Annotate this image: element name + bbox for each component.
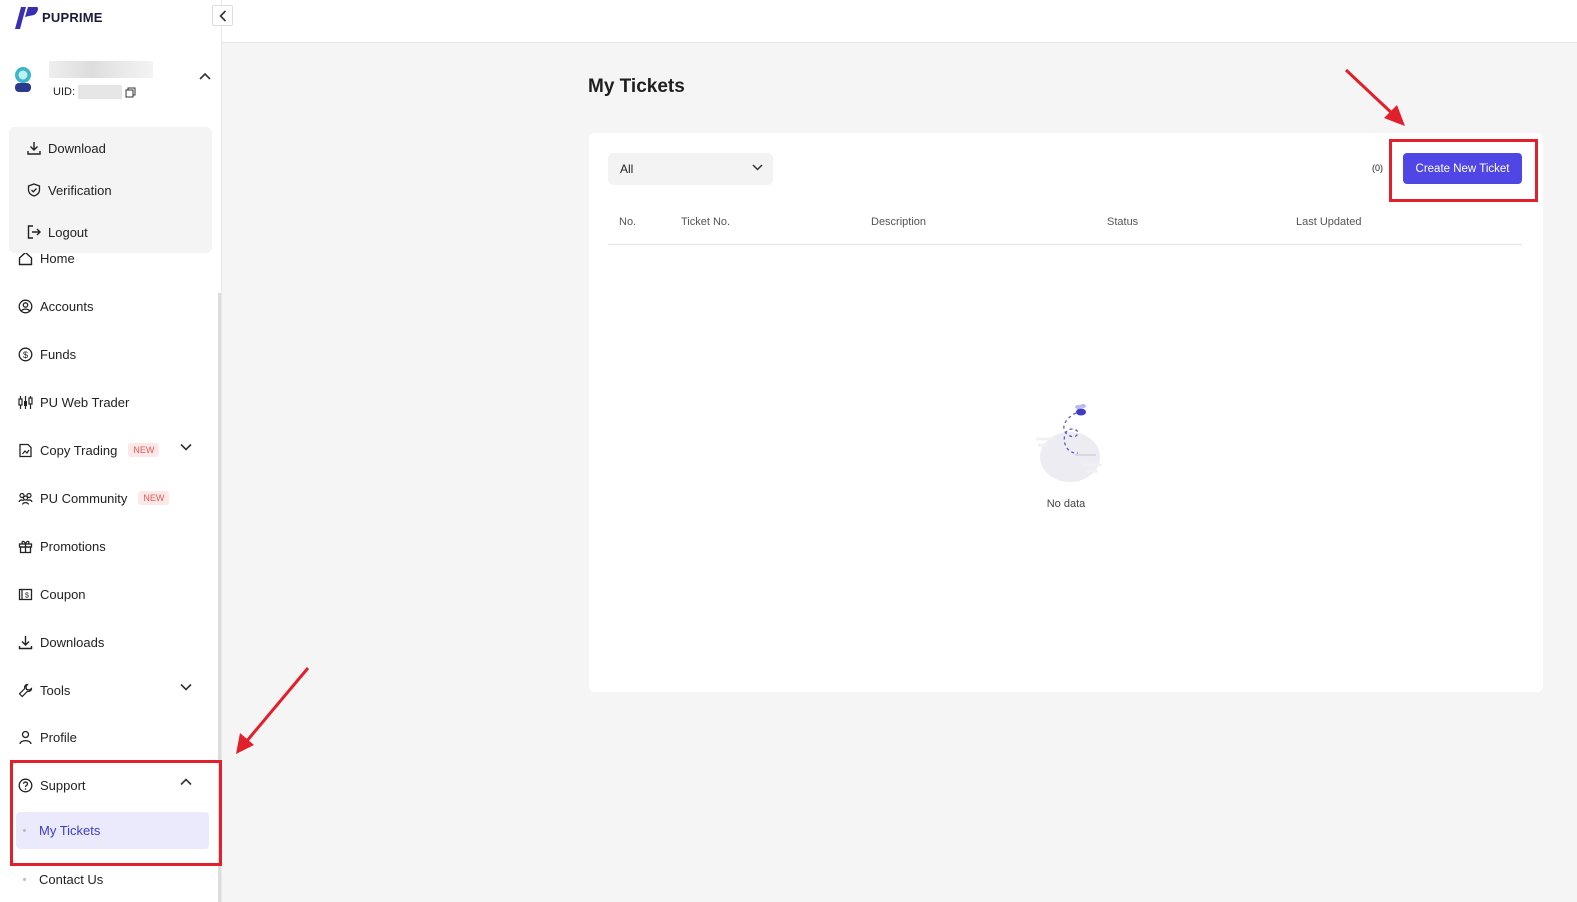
subnav-label: Contact Us	[39, 872, 104, 887]
chevron-up-icon[interactable]	[199, 72, 211, 80]
column-header-ticket-no: Ticket No.	[681, 216, 731, 228]
nav-item-coupon[interactable]: $ Coupon	[18, 583, 86, 605]
bullet-dot	[23, 829, 26, 832]
shield-check-icon	[27, 183, 41, 197]
chevron-down-icon[interactable]	[180, 683, 192, 691]
column-header-last-updated: Last Updated	[1296, 216, 1362, 228]
candlestick-icon	[18, 395, 33, 409]
tickets-table-header: No. Ticket No. Description Status Last U…	[608, 212, 1522, 245]
person-icon	[19, 730, 32, 744]
status-filter-select[interactable]: All	[608, 153, 773, 185]
new-badge: NEW	[128, 443, 160, 457]
column-header-no: No.	[619, 216, 637, 228]
arrow-to-support-icon	[236, 667, 310, 754]
gift-icon	[18, 540, 33, 553]
copy-icon[interactable]	[125, 87, 136, 98]
menu-item-label: Download	[48, 140, 106, 156]
nav-label: Promotions	[40, 538, 106, 554]
page-title: My Tickets	[588, 76, 685, 97]
chevron-down-icon	[752, 164, 763, 171]
empty-bee-illustration-icon	[1036, 404, 1102, 482]
puprime-logo-icon	[15, 7, 38, 29]
chevron-down-icon[interactable]	[180, 443, 192, 451]
download-icon	[27, 142, 41, 155]
menu-item-download[interactable]: Download	[9, 127, 212, 169]
nav-label: Support	[40, 777, 86, 793]
nav-item-tools[interactable]: Tools	[18, 679, 201, 701]
column-header-status: Status	[1107, 216, 1139, 228]
uid-label: UID:	[53, 86, 75, 98]
nav-label: Funds	[40, 346, 77, 362]
nav-item-downloads[interactable]: Downloads	[18, 631, 104, 653]
nav-item-profile[interactable]: Profile	[18, 726, 77, 748]
top-header-bar	[222, 0, 1577, 43]
nav-item-accounts[interactable]: Accounts	[18, 295, 93, 317]
nav-item-community[interactable]: PU Community NEW	[18, 487, 170, 509]
user-uid: UID:	[53, 85, 136, 99]
menu-item-verification[interactable]: Verification	[9, 169, 212, 211]
uid-value-redacted	[78, 85, 122, 99]
nav-item-support[interactable]: Support	[18, 774, 201, 796]
collapse-sidebar-button[interactable]	[212, 5, 233, 26]
subnav-item-contact-us[interactable]: Contact Us	[16, 861, 209, 898]
user-dropdown-menu: Download Verification Logout	[9, 127, 212, 253]
nav-label: PU Web Trader	[40, 394, 130, 410]
user-circle-icon	[18, 299, 33, 313]
nav-label: Downloads	[40, 634, 105, 650]
nav-item-web-trader[interactable]: PU Web Trader	[18, 391, 129, 413]
empty-state: No data	[1026, 401, 1106, 510]
nav-label: Profile	[40, 729, 77, 745]
nav-label: Accounts	[40, 298, 94, 314]
document-chart-icon	[19, 443, 32, 457]
wrench-icon	[18, 683, 33, 697]
avatar	[15, 67, 31, 92]
create-new-ticket-button[interactable]: Create New Ticket	[1403, 153, 1522, 184]
empty-state-text: No data	[1046, 498, 1086, 510]
svg-text:$: $	[25, 592, 29, 599]
nav-label: PU Community	[40, 490, 128, 506]
menu-item-logout[interactable]: Logout	[9, 211, 212, 253]
svg-text:$: $	[23, 350, 28, 360]
menu-item-label: Logout	[48, 224, 88, 240]
new-badge: NEW	[138, 491, 170, 505]
subnav-label: My Tickets	[39, 823, 101, 838]
nav-item-funds[interactable]: $ Funds	[18, 343, 76, 365]
nav-item-promotions[interactable]: Promotions	[18, 535, 106, 557]
sidebar: PUPRIME UID: Download Verification Logou…	[0, 0, 222, 902]
filter-selected-value: All	[620, 162, 634, 176]
column-header-description: Description	[871, 216, 927, 228]
nav-item-copy-trading[interactable]: Copy Trading NEW	[18, 439, 201, 461]
menu-item-label: Verification	[48, 182, 112, 198]
nav-label: Coupon	[40, 586, 86, 602]
brand-logo[interactable]: PUPRIME	[12, 5, 103, 29]
nav-label: Tools	[40, 682, 71, 698]
dollar-circle-icon: $	[18, 347, 33, 361]
bullet-dot	[23, 878, 26, 881]
coupon-icon: $	[18, 588, 33, 600]
subnav-item-my-tickets[interactable]: My Tickets	[16, 812, 209, 849]
users-group-icon	[18, 492, 33, 505]
sidebar-scrollbar[interactable]	[218, 293, 221, 902]
chevron-up-icon[interactable]	[180, 778, 192, 786]
arrow-to-create-ticket-icon	[1344, 68, 1405, 126]
tickets-card: All (0) Create New Ticket No. Ticket No.…	[589, 133, 1543, 692]
user-profile-card[interactable]: UID:	[9, 58, 219, 108]
user-name-redacted	[49, 61, 153, 78]
chevron-left-icon	[218, 9, 226, 22]
brand-name: PUPRIME	[42, 9, 103, 25]
ticket-count: (0)	[1372, 163, 1383, 173]
logout-icon	[27, 225, 41, 239]
nav-label: Copy Trading	[40, 442, 118, 458]
download-icon	[18, 635, 33, 649]
help-circle-icon	[18, 778, 33, 792]
